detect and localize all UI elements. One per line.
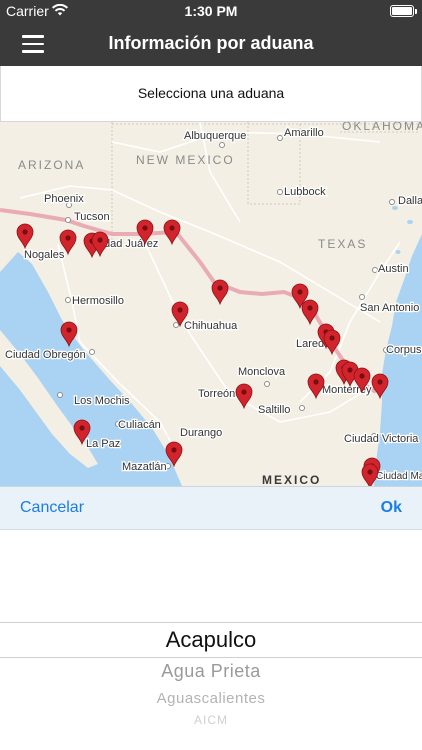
label-oklahoma: OKLAHOMA — [342, 122, 422, 133]
label-saltillo: Saltillo — [258, 404, 290, 416]
map-pin-icon[interactable] — [16, 223, 34, 250]
label-texas: TEXAS — [318, 237, 367, 251]
battery-icon — [390, 5, 414, 17]
label-ciudad-juarez: dad Juárez — [104, 238, 158, 250]
page-title: Información por aduana — [108, 33, 314, 53]
map-view[interactable]: OKLAHOMA ARIZONA NEW MEXICO TEXAS MEXICO… — [0, 122, 422, 486]
status-bar: Carrier 1:30 PM — [0, 0, 422, 22]
label-mazatlan: Mazatlán — [122, 461, 167, 473]
label-los-mochis: Los Mochis — [74, 395, 130, 407]
ok-button[interactable]: Ok — [381, 499, 402, 517]
label-durango: Durango — [180, 427, 222, 439]
label-ciudad-madero: Ciudad Ma — [376, 471, 422, 482]
selector-label: Selecciona una aduana — [137, 85, 285, 101]
label-mexico: MEXICO — [262, 473, 321, 486]
customs-picker-wheel[interactable]: Acapulco Agua Prieta Aguascalientes AICM — [0, 530, 422, 750]
label-ciudad-victoria: Ciudad Victoria — [344, 433, 419, 445]
label-san-antonio: San Antonio — [360, 302, 419, 314]
cancel-button[interactable]: Cancelar — [20, 499, 84, 517]
label-hermosillo: Hermosillo — [72, 295, 124, 307]
navigation-bar: Información por aduana — [0, 22, 422, 66]
picker-option[interactable]: Agua Prieta — [0, 661, 422, 682]
label-nogales: Nogales — [24, 249, 65, 261]
label-torreon: Torreón — [198, 388, 235, 400]
picker-option[interactable]: Aguascalientes — [0, 690, 422, 707]
label-arizona: ARIZONA — [18, 158, 85, 172]
label-la-paz: La Paz — [86, 438, 120, 450]
label-tucson: Tucson — [74, 211, 110, 223]
label-monclova: Monclova — [238, 366, 286, 378]
map-pin-icon[interactable] — [163, 219, 181, 246]
label-amarillo: Amarillo — [284, 127, 324, 139]
label-phoenix: Phoenix — [44, 193, 84, 205]
label-austin: Austin — [378, 263, 409, 275]
picker-toolbar: Cancelar Ok — [0, 486, 422, 530]
label-dallas: Dalla — [398, 195, 422, 207]
label-albuquerque: Albuquerque — [184, 130, 246, 142]
label-new-mexico: NEW MEXICO — [136, 153, 235, 167]
label-chihuahua: Chihuahua — [184, 320, 238, 332]
customs-office-selector[interactable]: Selecciona una aduana — [0, 66, 422, 122]
label-ciudad-obregon: Ciudad Obregón — [5, 349, 86, 361]
map-pin-icon[interactable] — [211, 279, 229, 306]
picker-option-selected[interactable]: Acapulco — [0, 627, 422, 653]
map-pin-icon[interactable] — [301, 299, 319, 326]
picker-option[interactable]: AICM — [0, 713, 422, 727]
battery-tip — [415, 9, 417, 14]
label-lubbock: Lubbock — [284, 186, 326, 198]
label-culiacan: Culiacán — [118, 419, 161, 431]
label-corpus: Corpus — [386, 344, 422, 356]
status-time: 1:30 PM — [184, 3, 238, 19]
